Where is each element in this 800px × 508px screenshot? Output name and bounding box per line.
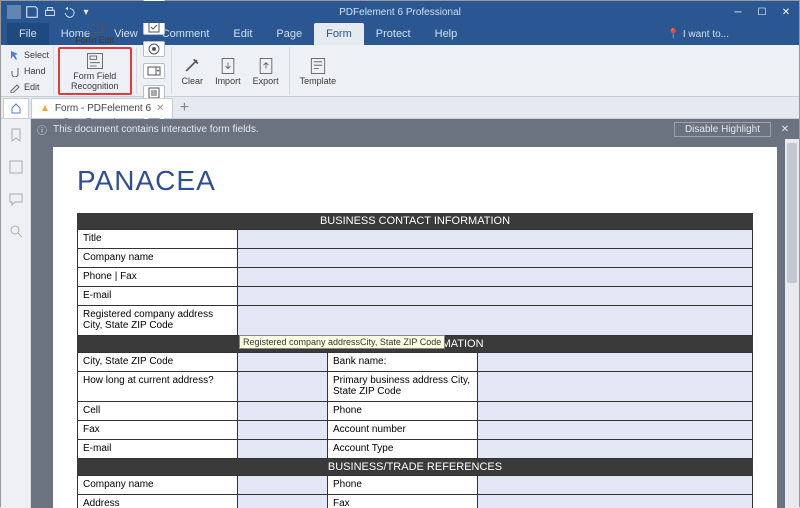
maximize-button[interactable]: ☐: [751, 3, 773, 21]
label-phone-fax: Phone | Fax: [78, 268, 238, 287]
label-cell: Cell: [78, 402, 238, 421]
references-table: Company name Phone Address Fax: [77, 475, 753, 508]
clear-button[interactable]: Clear: [176, 54, 210, 88]
label-company: Company name: [78, 249, 238, 268]
label-primary: Primary business address City, State ZIP…: [328, 372, 478, 402]
field-phone2[interactable]: [478, 402, 753, 421]
document-tab-bar: ▲Form - PDFelement 6✕ +: [1, 97, 799, 119]
field-phone-fax[interactable]: [238, 268, 753, 287]
menu-form[interactable]: Form: [314, 23, 364, 45]
app-title: PDFelement 6 Professional: [339, 7, 461, 18]
select-tool[interactable]: Select: [9, 47, 49, 62]
label-title: Title: [78, 230, 238, 249]
label-address: Registered company address City, State Z…: [78, 306, 238, 336]
menu-edit[interactable]: Edit: [221, 23, 264, 45]
label-accttype: Account Type: [328, 440, 478, 459]
new-tab-button[interactable]: +: [173, 99, 195, 117]
ribbon: Select Hand Edit Form Edit Form Field Re…: [1, 45, 799, 97]
search-icon[interactable]: [8, 223, 24, 239]
import-button[interactable]: Import: [209, 54, 247, 88]
export-button[interactable]: Export: [247, 54, 285, 88]
contact-table: Title Company name Phone | Fax E-mail Re…: [77, 229, 753, 336]
label-account: Account number: [328, 421, 478, 440]
field-city[interactable]: [238, 353, 328, 372]
label-fax: Fax: [78, 421, 238, 440]
field-address[interactable]: [238, 306, 753, 336]
save-icon[interactable]: [25, 5, 39, 19]
field-company[interactable]: [238, 249, 753, 268]
section-header: BUSINESS CONTACT INFORMATION: [77, 213, 753, 229]
app-icon: [7, 5, 21, 19]
menu-help[interactable]: Help: [423, 23, 470, 45]
field-refcompany[interactable]: [238, 476, 328, 495]
info-bar: ⓘ This document contains interactive for…: [31, 119, 799, 139]
sidebar: [1, 119, 31, 508]
field-bank[interactable]: [478, 353, 753, 372]
combo-icon[interactable]: [143, 63, 165, 79]
minimize-button[interactable]: ─: [727, 3, 749, 21]
i-want-to[interactable]: I want to...: [667, 29, 729, 40]
field-email2[interactable]: [238, 440, 328, 459]
field-refaddress[interactable]: [238, 495, 328, 508]
dropdown-icon[interactable]: ▾: [79, 5, 93, 19]
label-refphone: Phone: [328, 476, 478, 495]
label-email2: E-mail: [78, 440, 238, 459]
label-refcompany: Company name: [78, 476, 238, 495]
bookmark-icon[interactable]: [8, 127, 24, 143]
undo-icon[interactable]: [61, 5, 75, 19]
thumbnails-icon[interactable]: [8, 159, 24, 175]
menu-protect[interactable]: Protect: [364, 23, 423, 45]
radio-icon[interactable]: [143, 41, 165, 57]
label-phone2: Phone: [328, 402, 478, 421]
field-account[interactable]: [478, 421, 753, 440]
section-header-3: BUSINESS/TRADE REFERENCES: [77, 459, 753, 475]
template-button[interactable]: Template: [294, 54, 343, 88]
disable-highlight-button[interactable]: Disable Highlight: [674, 122, 771, 137]
field-accttype[interactable]: [478, 440, 753, 459]
field-refphone[interactable]: [478, 476, 753, 495]
field-howlong[interactable]: [238, 372, 328, 402]
edit-tool[interactable]: Edit: [9, 79, 49, 94]
label-bank: Bank name:: [328, 353, 478, 372]
hand-tool[interactable]: Hand: [9, 63, 49, 78]
info-icon: ⓘ: [37, 122, 47, 137]
scrollbar[interactable]: [785, 139, 799, 508]
warning-icon: ▲: [40, 103, 50, 114]
infobar-close-icon[interactable]: ✕: [777, 124, 793, 135]
field-cell[interactable]: [238, 402, 328, 421]
field-title[interactable]: [238, 230, 753, 249]
scrollbar-thumb[interactable]: [787, 143, 797, 283]
field-primary[interactable]: [478, 372, 753, 402]
close-button[interactable]: ✕: [775, 3, 797, 21]
label-howlong: How long at current address?: [78, 372, 238, 402]
field-reffax[interactable]: [478, 495, 753, 508]
document-logo: PANACEA: [77, 165, 753, 197]
info-message: This document contains interactive form …: [53, 124, 259, 135]
label-reffax: Fax: [328, 495, 478, 508]
label-refaddress: Address: [78, 495, 238, 508]
field-fax[interactable]: [238, 421, 328, 440]
document-area: ⓘ This document contains interactive for…: [31, 119, 799, 508]
title-bar: ▾ PDFelement 6 Professional ─ ☐ ✕: [1, 1, 799, 23]
field-tooltip: Registered company addressCity, State ZI…: [239, 335, 445, 349]
home-tab[interactable]: [3, 98, 29, 118]
form-field-recognition-button[interactable]: Form Field Recognition: [58, 47, 132, 95]
pdf-page: PANACEA BUSINESS CONTACT INFORMATION Tit…: [53, 147, 777, 508]
tab-close-icon[interactable]: ✕: [156, 103, 164, 114]
info-table: City, State ZIP Code Bank name: How long …: [77, 352, 753, 459]
field-email[interactable]: [238, 287, 753, 306]
menu-page[interactable]: Page: [264, 23, 314, 45]
label-email: E-mail: [78, 287, 238, 306]
label-city: City, State ZIP Code: [78, 353, 238, 372]
comments-icon[interactable]: [8, 191, 24, 207]
document-tab[interactable]: ▲Form - PDFelement 6✕: [31, 98, 173, 118]
print-icon[interactable]: [43, 5, 57, 19]
menu-file[interactable]: File: [7, 23, 49, 45]
